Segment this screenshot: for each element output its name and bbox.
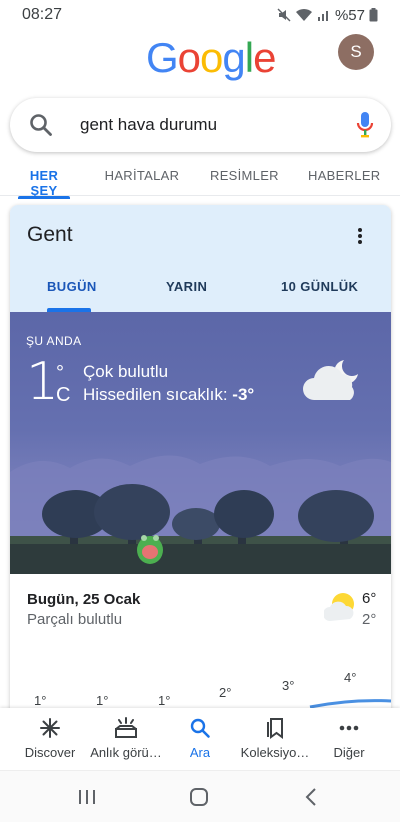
feels-like: Hissedilen sıcaklık: -3° xyxy=(83,385,254,405)
search-tabs: HER ŞEY HARİTALAR RESİMLER HABERLER xyxy=(0,160,400,199)
nav-label: Koleksiyo… xyxy=(240,745,310,760)
logo-letter: o xyxy=(200,34,223,81)
more-icon xyxy=(338,717,360,739)
temperature-unit: ° C xyxy=(56,362,70,406)
search-bar[interactable] xyxy=(10,98,391,152)
tab-images[interactable]: RESİMLER xyxy=(210,160,279,183)
search-icon[interactable] xyxy=(28,112,54,138)
nav-label: Anlık görü… xyxy=(90,745,162,760)
degree-symbol: ° xyxy=(56,362,64,384)
tab-maps[interactable]: HARİTALAR xyxy=(104,160,180,183)
today-low: 2° xyxy=(362,611,377,628)
landscape-illustration xyxy=(10,455,391,574)
current-condition: Çok bulutlu xyxy=(83,362,169,381)
recent-apps-icon[interactable] xyxy=(76,787,98,807)
tab-today[interactable]: BUGÜN xyxy=(47,279,97,294)
mute-icon xyxy=(277,8,291,22)
nav-discover[interactable]: Discover xyxy=(10,708,90,770)
status-time: 08:27 xyxy=(22,6,63,23)
bottom-navigation: Discover Anlık görü… Ara Koleksiyo… Diğe… xyxy=(0,708,400,770)
search-input[interactable] xyxy=(80,110,340,140)
google-logo[interactable]: Google xyxy=(146,34,276,82)
nav-label: Diğer xyxy=(333,745,365,760)
now-label: ŞU ANDA xyxy=(26,334,82,348)
partly-cloudy-icon xyxy=(324,593,354,621)
logo-letter: e xyxy=(253,34,276,81)
avatar[interactable]: S xyxy=(338,34,374,70)
feels-like-value: -3° xyxy=(232,385,255,404)
city-name: Gent xyxy=(27,223,73,246)
unit-letter: C xyxy=(56,384,71,406)
today-high: 6° xyxy=(362,590,377,607)
tab-10-day[interactable]: 10 GÜNLÜK xyxy=(281,279,358,294)
system-navigation-bar xyxy=(0,770,400,822)
today-condition: Parçalı bulutlu xyxy=(27,611,123,628)
microphone-icon[interactable] xyxy=(356,111,374,139)
nav-label: Discover xyxy=(24,745,76,760)
more-vert-icon[interactable] xyxy=(356,227,364,245)
current-temperature: 1 xyxy=(26,352,60,412)
day-tabs: BUGÜN YARIN 10 GÜNLÜK xyxy=(10,271,391,312)
nav-search[interactable]: Ara xyxy=(160,708,240,770)
search-icon xyxy=(189,717,211,739)
status-bar: 08:27 %57 xyxy=(0,0,400,30)
feels-like-label: Hissedilen sıcaklık: xyxy=(83,385,228,404)
wifi-icon xyxy=(295,8,312,21)
logo-letter: o xyxy=(177,34,201,81)
nav-collections[interactable]: Koleksiyo… xyxy=(235,708,315,770)
logo-letter: G xyxy=(146,34,179,81)
collections-icon xyxy=(264,717,286,739)
cloudy-night-icon xyxy=(303,360,358,400)
today-forecast[interactable]: Bugün, 25 Ocak Parçalı bulutlu 6° 2° 1° … xyxy=(10,574,391,725)
updates-icon xyxy=(114,717,138,739)
battery-percent: %57 xyxy=(334,6,365,24)
back-icon[interactable] xyxy=(300,787,322,807)
logo-letter: l xyxy=(244,34,254,81)
status-icons: %57 xyxy=(277,7,378,24)
battery-icon xyxy=(369,8,378,22)
weather-card-header: Gent BUGÜN YARIN 10 GÜNLÜK xyxy=(10,205,391,312)
tab-tomorrow[interactable]: YARIN xyxy=(166,279,207,294)
weather-card: Gent BUGÜN YARIN 10 GÜNLÜK ŞU ANDA 1 ° C… xyxy=(10,205,391,725)
nav-label: Ara xyxy=(189,745,211,760)
tab-news[interactable]: HABERLER xyxy=(308,160,380,183)
logo-letter: g xyxy=(222,34,245,81)
home-icon[interactable] xyxy=(188,787,210,807)
tab-all[interactable]: HER ŞEY xyxy=(18,160,70,199)
header: Google S xyxy=(0,30,400,82)
today-date: Bugün, 25 Ocak xyxy=(27,591,141,608)
asterisk-icon xyxy=(39,717,61,739)
nav-updates[interactable]: Anlık görü… xyxy=(86,708,166,770)
nav-more[interactable]: Diğer xyxy=(309,708,389,770)
weather-scene: ŞU ANDA 1 ° C Çok bulutlu Hissedilen sıc… xyxy=(10,312,391,574)
signal-icon xyxy=(317,11,328,21)
